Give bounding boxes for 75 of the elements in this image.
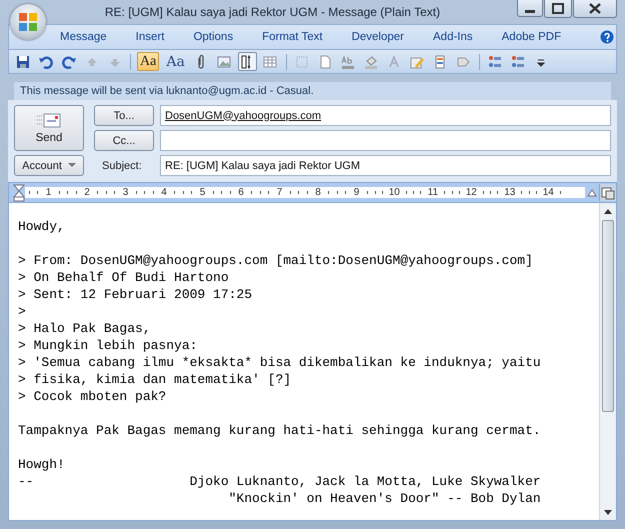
ribbon-tab[interactable]: Format Text [262, 31, 323, 43]
ribbon-tab[interactable]: Add-Ins [433, 31, 473, 43]
info-bar: This message will be sent via luknanto@ugm.ac.id - Casual. [14, 82, 611, 100]
ribbon-tab[interactable]: Message [60, 31, 107, 43]
undo-icon [38, 54, 54, 70]
ruler-number: 9 [354, 188, 360, 198]
ruler-number: 3 [122, 188, 128, 198]
body-line: > fisika, kimia dan matematika' [?] [18, 371, 292, 388]
maximize-button[interactable] [544, 0, 572, 18]
view-ruler-button[interactable] [599, 184, 616, 201]
right-indent-icon[interactable] [587, 188, 597, 197]
to-field[interactable]: DosenUGM@yahoogroups.com [160, 105, 611, 126]
spelling-icon [340, 54, 356, 70]
body-line: > Sent: 12 Februari 2009 17:25 [18, 286, 254, 303]
dropdown-arrow-icon [68, 163, 76, 168]
to-button[interactable]: To... [94, 105, 154, 126]
envelope-icon [36, 112, 62, 130]
body-line: > Cocok mboten pak? [18, 388, 168, 405]
body-line: "Knockin' on Heaven's Door" -- Bob Dylan [228, 490, 542, 507]
window-title: RE: [UGM] Kalau saya jadi Rektor UGM - Message (Plain Text) [104, 5, 442, 19]
ruler-number: 2 [84, 188, 90, 198]
ribbon-tab[interactable]: Options [193, 31, 234, 43]
picture-icon [216, 54, 232, 70]
ruler-number: 12 [466, 188, 477, 198]
account-button[interactable]: Account [14, 155, 84, 176]
indent-marker-icon[interactable] [13, 184, 25, 202]
ruler-number: 13 [504, 188, 516, 198]
ruler-button[interactable] [238, 52, 257, 71]
help-icon[interactable] [600, 30, 614, 44]
close-button[interactable] [573, 0, 617, 18]
office-button[interactable] [10, 4, 46, 40]
vertical-scrollbar[interactable] [599, 203, 616, 520]
list-icon [510, 54, 526, 70]
body-line: Howgh! [18, 456, 66, 473]
ruler-number: 7 [276, 188, 282, 198]
cc-button[interactable]: Cc... [94, 130, 154, 151]
windows-icon [601, 186, 615, 200]
body-line: > On Behalf Of Budi Hartono [18, 269, 230, 286]
cc-field[interactable] [160, 130, 611, 151]
body-line: > 'Semua cabang ilmu *eksakta* bisa dikembalikan ke induknya; yaitu [18, 354, 542, 371]
ruler-number: 1 [46, 188, 52, 198]
subject-field[interactable]: RE: [UGM] Kalau saya jadi Rektor UGM [160, 155, 611, 176]
text-style-button[interactable]: Aa [137, 52, 160, 71]
ruler-number: 5 [200, 188, 206, 198]
ribbon-tab[interactable]: Insert [136, 31, 164, 43]
ruler-number: 14 [542, 188, 554, 198]
scroll-down-icon[interactable] [604, 510, 612, 514]
ruler-number: 8 [315, 188, 321, 198]
ruler-number: 4 [161, 188, 167, 198]
minimize-button[interactable] [517, 0, 543, 17]
body-line: Howdy, [18, 218, 66, 235]
ruler-number: 11 [428, 188, 438, 198]
body-line: > Halo Pak Bagas, [18, 320, 152, 337]
body-line: Tampaknya Pak Bagas memang kurang hati-hati sehingga kurang cermat. [18, 422, 542, 439]
body-line: > Mungkin lebih pasnya: [18, 337, 198, 354]
save-icon [14, 54, 30, 70]
ruler-number: 10 [388, 188, 400, 198]
ribbon-tab[interactable]: Adobe PDF [502, 31, 562, 43]
body-line: > From: DosenUGM@yahoogroups.com [mailto:DosenUGM@yahoogroups.com] [18, 252, 534, 269]
ruler-number: 6 [238, 188, 244, 198]
office-logo-icon [17, 11, 39, 33]
border-icon [294, 54, 310, 70]
paint-bucket-icon [363, 54, 380, 70]
text-style-button[interactable]: Aa [163, 52, 188, 71]
list-icon [487, 54, 504, 70]
minimize-icon [525, 10, 535, 13]
scroll-up-icon[interactable] [604, 208, 612, 214]
body-line: > [18, 303, 27, 320]
send-button[interactable]: Send [14, 105, 84, 151]
maximize-icon [549, 1, 567, 16]
body-line: -- Djoko Luknanto, Jack la Motta, Luke Skywalker [18, 473, 542, 490]
subject-label: Subject: [101, 158, 143, 174]
ribbon-tab[interactable]: Developer [352, 31, 404, 43]
redo-icon [60, 54, 76, 70]
table-icon [262, 54, 278, 70]
